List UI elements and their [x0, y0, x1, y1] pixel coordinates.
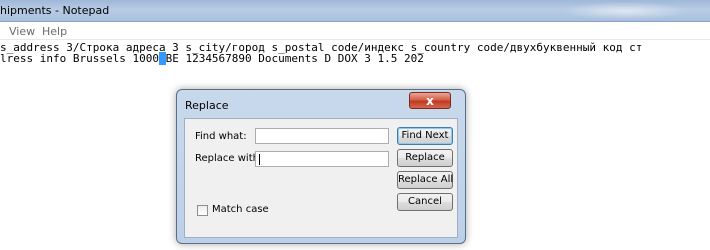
- titlebar-glow: [560, 2, 690, 20]
- menu-view[interactable]: View: [9, 25, 35, 38]
- data-line-after: BE 1234567890 Documents D DOX 3 1.5 202: [165, 52, 424, 65]
- find-what-label: Find what:: [195, 131, 247, 142]
- text-selection: [158, 52, 166, 65]
- find-next-button[interactable]: Find Next: [397, 127, 453, 145]
- dialog-close-button[interactable]: x: [409, 92, 451, 109]
- window-titlebar[interactable]: hipments - Notepad: [0, 0, 710, 22]
- replace-with-input[interactable]: [255, 151, 389, 167]
- find-what-input[interactable]: [255, 128, 389, 144]
- match-case-checkbox[interactable]: [197, 205, 208, 216]
- cancel-button[interactable]: Cancel: [397, 193, 453, 211]
- close-icon: x: [426, 93, 434, 108]
- menu-bar: View Help: [0, 22, 710, 40]
- data-line-before: lress info Brussels 1000: [0, 52, 159, 65]
- dialog-title: Replace: [185, 99, 229, 112]
- dialog-client-area: Find what: Replace with: Find Next Repla…: [184, 118, 458, 238]
- replace-all-button[interactable]: Replace All: [397, 171, 453, 189]
- replace-with-label: Replace with:: [195, 153, 263, 164]
- replace-button[interactable]: Replace: [397, 149, 453, 167]
- replace-dialog: Replace x Find what: Replace with: Find …: [176, 89, 466, 244]
- data-line: lress info Brussels 1000 BE 1234567890 D…: [0, 52, 424, 65]
- text-caret: [259, 154, 260, 165]
- match-case-label[interactable]: Match case: [212, 204, 269, 215]
- window-title: hipments - Notepad: [0, 4, 110, 17]
- menu-help[interactable]: Help: [42, 25, 67, 38]
